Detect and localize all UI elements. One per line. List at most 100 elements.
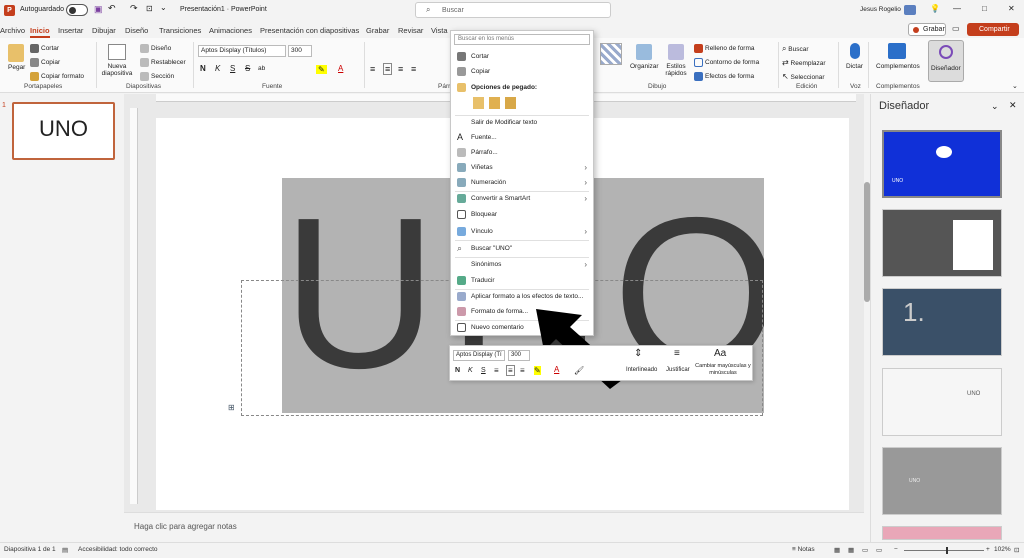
design-idea-2[interactable] bbox=[882, 209, 1002, 277]
paste-icon[interactable] bbox=[8, 44, 24, 62]
mini-font-size-select[interactable]: 300 bbox=[508, 350, 530, 361]
record-button[interactable]: Grabar bbox=[908, 23, 946, 36]
lightbulb-icon[interactable]: 💡 bbox=[930, 4, 940, 13]
strikethrough-button[interactable]: S bbox=[245, 64, 250, 73]
arrange-icon[interactable] bbox=[636, 44, 652, 60]
addins-button[interactable]: Complementos bbox=[876, 63, 920, 70]
design-idea-3[interactable]: 1. bbox=[882, 288, 1002, 356]
font-color-icon[interactable]: A bbox=[338, 64, 343, 73]
mini-italic-button[interactable]: K bbox=[468, 367, 473, 374]
menu-item-cortar[interactable]: Cortar bbox=[451, 49, 593, 64]
design-idea-6[interactable] bbox=[882, 526, 1002, 540]
normal-view-icon[interactable]: ▦ bbox=[834, 546, 840, 554]
maximize-button[interactable]: □ bbox=[982, 4, 987, 13]
slide-thumbnail[interactable]: UNO bbox=[12, 102, 115, 160]
zoom-level[interactable]: 102% bbox=[994, 546, 1011, 553]
tab-inicio[interactable]: Inicio bbox=[30, 26, 50, 38]
sorter-view-icon[interactable]: ▦ bbox=[848, 546, 854, 554]
menu-item-numeracion[interactable]: Numeración › bbox=[451, 175, 593, 190]
language-icon[interactable]: ▤ bbox=[62, 546, 68, 554]
menu-item-parrafo[interactable]: Párrafo... bbox=[451, 145, 593, 160]
align-center-icon[interactable]: ≡ bbox=[383, 63, 393, 75]
avatar[interactable] bbox=[904, 5, 916, 15]
menu-item-sinonimos[interactable]: Sinónimos › bbox=[451, 257, 593, 272]
zoom-out-icon[interactable]: − bbox=[894, 546, 898, 553]
format-painter-button[interactable]: Copiar formato bbox=[30, 72, 84, 81]
fit-slide-icon[interactable]: ⊡ bbox=[1014, 546, 1019, 554]
italic-button[interactable]: K bbox=[215, 64, 220, 73]
menu-item-copiar[interactable]: Copiar bbox=[451, 64, 593, 79]
tab-archivo[interactable]: Archivo bbox=[0, 26, 25, 35]
accessibility-status[interactable]: Accesibilidad: todo correcto bbox=[78, 546, 158, 553]
reset-button[interactable]: Restablecer bbox=[140, 58, 186, 67]
align-center-icon[interactable]: ≡ bbox=[506, 365, 515, 376]
redo-icon[interactable]: ↷ bbox=[130, 3, 138, 14]
underline-button[interactable]: S bbox=[230, 64, 235, 73]
microphone-icon[interactable] bbox=[850, 43, 860, 59]
tab-presentacion[interactable]: Presentación con diapositivas bbox=[260, 26, 359, 35]
mini-font-name-select[interactable]: Aptos Display (Tí bbox=[453, 350, 505, 361]
minimize-button[interactable]: — bbox=[953, 4, 961, 13]
notes-toggle[interactable]: ≡ Notas bbox=[792, 546, 815, 553]
menu-item-vinculo[interactable]: Vínculo › bbox=[451, 224, 593, 239]
customize-qat-icon[interactable]: ⌄ bbox=[160, 3, 167, 12]
reading-view-icon[interactable]: ▭ bbox=[862, 546, 868, 554]
tab-animaciones[interactable]: Animaciones bbox=[209, 26, 252, 35]
shape-outline-button[interactable]: Contorno de forma bbox=[694, 58, 759, 67]
search-box[interactable]: ⌕ Buscar bbox=[415, 2, 611, 18]
save-icon[interactable]: ▣ bbox=[94, 4, 103, 15]
menu-search-input[interactable]: Buscar en los menús bbox=[454, 34, 590, 45]
paste-option-icon[interactable] bbox=[505, 97, 516, 109]
close-icon[interactable]: ✕ bbox=[1009, 100, 1017, 111]
layout-button[interactable]: Diseño bbox=[140, 44, 171, 53]
menu-item-aplicar-formato[interactable]: Aplicar formato a los efectos de texto..… bbox=[451, 289, 593, 304]
change-case-button[interactable]: Cambiar mayúsculas y minúsculas bbox=[694, 363, 752, 377]
design-idea-1[interactable]: UNO bbox=[882, 130, 1002, 198]
share-button[interactable]: Compartir bbox=[967, 23, 1019, 36]
shape-fill-button[interactable]: Relleno de forma bbox=[694, 44, 755, 53]
paste-option-icon[interactable] bbox=[489, 97, 500, 109]
design-idea-5[interactable]: UNO bbox=[882, 447, 1002, 515]
arrange-button[interactable]: Organizar bbox=[630, 63, 659, 70]
tab-insertar[interactable]: Insertar bbox=[58, 26, 83, 35]
find-button[interactable]: ⌕ Buscar bbox=[782, 44, 809, 54]
new-slide-button[interactable]: Nueva diapositiva bbox=[100, 63, 134, 77]
paste-option-icon[interactable] bbox=[473, 97, 484, 109]
tab-grabar[interactable]: Grabar bbox=[366, 26, 389, 35]
select-button[interactable]: ↖ Seleccionar bbox=[782, 72, 824, 81]
mini-underline-button[interactable]: S bbox=[481, 367, 486, 374]
change-case-icon[interactable]: Aa bbox=[714, 348, 726, 359]
comment-icon[interactable]: ▭ bbox=[952, 24, 960, 33]
quick-styles-button[interactable]: Estilos rápidos bbox=[662, 63, 690, 77]
font-size-select[interactable]: 300 bbox=[288, 45, 312, 57]
designer-button[interactable]: Diseñador bbox=[928, 40, 964, 82]
justify-button[interactable]: Justificar bbox=[666, 367, 690, 373]
tab-diseno[interactable]: Diseño bbox=[125, 26, 148, 35]
menu-item-buscar[interactable]: ⌕ Buscar "UNO" bbox=[451, 241, 593, 256]
copy-button[interactable]: Copiar bbox=[30, 58, 60, 67]
layout-options-icon[interactable]: ⊞ bbox=[228, 403, 235, 412]
section-button[interactable]: Sección bbox=[140, 72, 174, 81]
notes-pane[interactable]: Haga clic para agregar notas bbox=[124, 512, 864, 542]
addins-icon[interactable] bbox=[888, 43, 906, 59]
chevron-down-icon[interactable]: ⌄ bbox=[991, 101, 999, 112]
autosave-toggle[interactable] bbox=[66, 4, 88, 16]
font-color-icon[interactable]: A bbox=[554, 365, 559, 374]
tab-transiciones[interactable]: Transiciones bbox=[159, 26, 201, 35]
replace-button[interactable]: ⇄ Reemplazar bbox=[782, 58, 826, 67]
menu-item-fuente[interactable]: A Fuente... bbox=[451, 130, 593, 145]
collapse-ribbon-icon[interactable]: ⌄ bbox=[1012, 82, 1018, 90]
zoom-slider-thumb[interactable] bbox=[946, 547, 948, 554]
undo-icon[interactable]: ↶ bbox=[108, 3, 116, 14]
bold-button[interactable]: N bbox=[200, 64, 206, 73]
tab-dibujar[interactable]: Dibujar bbox=[92, 26, 116, 35]
menu-item-vinetas[interactable]: Viñetas › bbox=[451, 160, 593, 175]
tab-revisar[interactable]: Revisar bbox=[398, 26, 423, 35]
close-button[interactable]: ✕ bbox=[1008, 4, 1015, 13]
cut-button[interactable]: Cortar bbox=[30, 44, 59, 53]
tab-vista[interactable]: Vista bbox=[431, 26, 448, 35]
new-slide-icon[interactable] bbox=[108, 44, 126, 60]
dictate-button[interactable]: Dictar bbox=[846, 63, 863, 70]
align-right-icon[interactable]: ≡ bbox=[398, 64, 403, 74]
highlight-icon[interactable]: ✎ bbox=[316, 65, 327, 74]
